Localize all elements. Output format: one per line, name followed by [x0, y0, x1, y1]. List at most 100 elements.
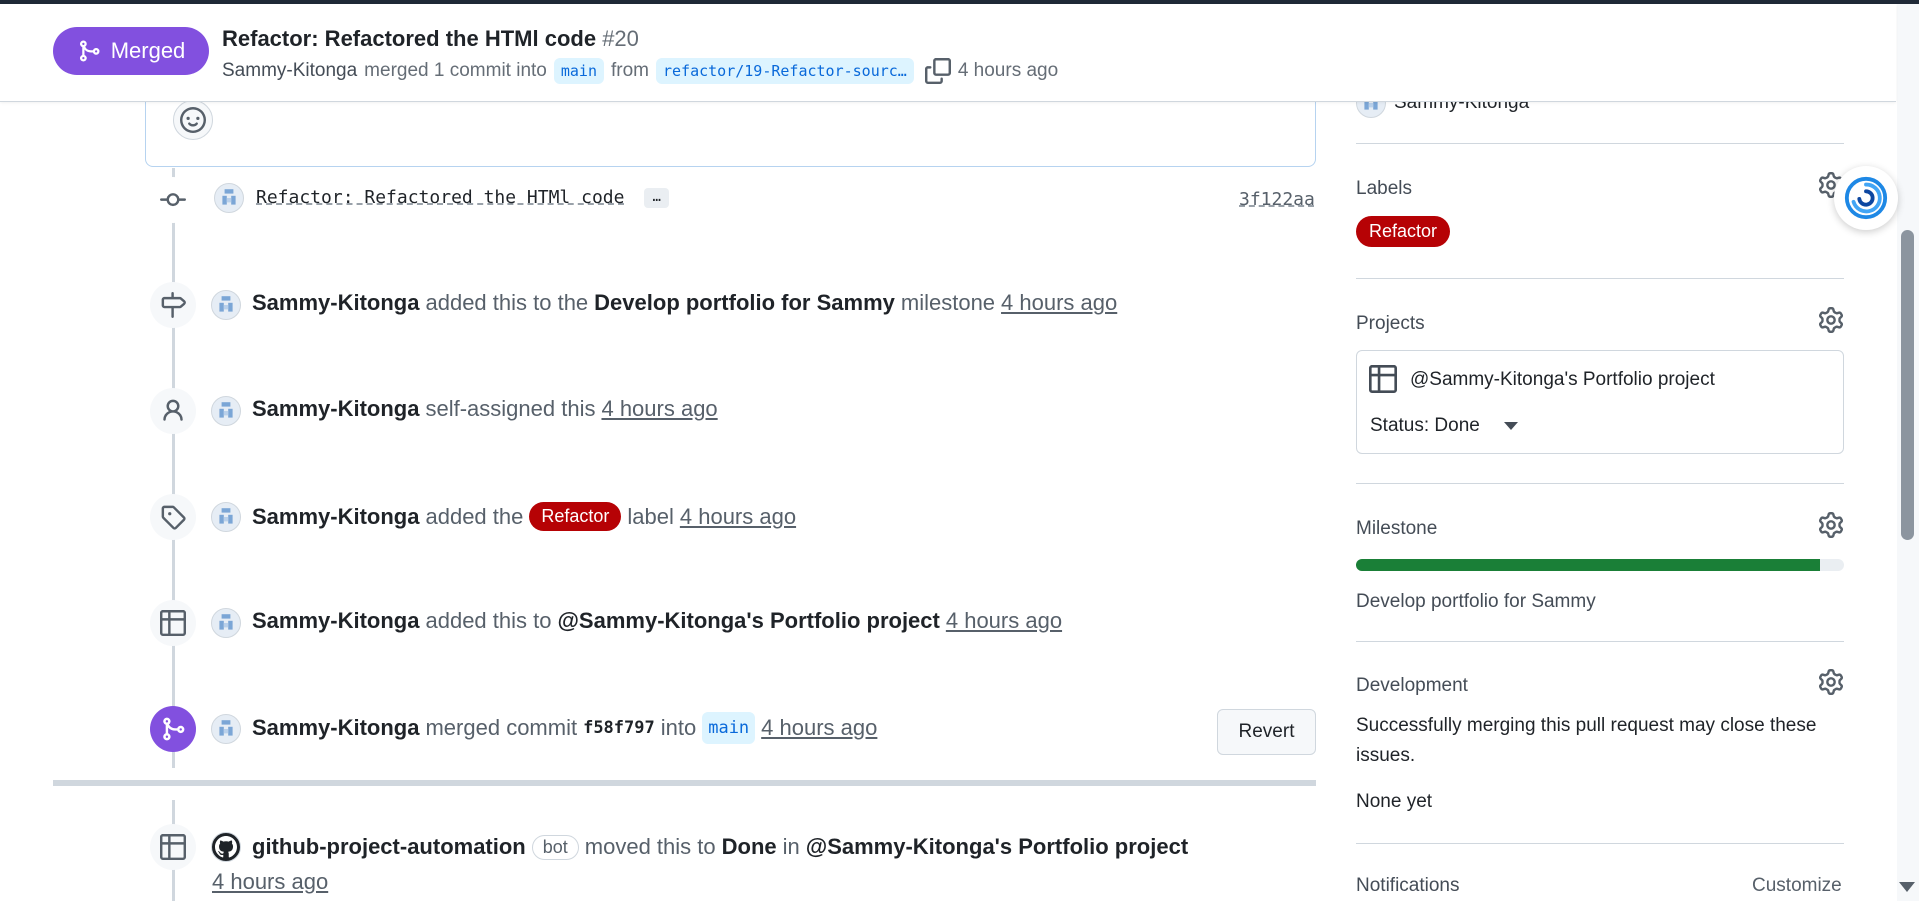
event-text: added this to the — [425, 290, 589, 315]
merge-commit-sha-link[interactable]: f58f797 — [583, 718, 655, 738]
assign-badge — [150, 388, 196, 434]
merge-event: Sammy-Kitonga merged commit f58f797 into… — [252, 712, 877, 744]
event-time-link[interactable]: 4 hours ago — [946, 608, 1062, 634]
event-text: self-assigned this — [425, 396, 596, 421]
avatar-identicon — [219, 296, 233, 312]
event-actor-link[interactable]: Sammy-Kitonga — [252, 608, 419, 634]
avatar-identicon — [219, 614, 233, 630]
base-branch[interactable]: main — [553, 58, 604, 84]
header-time: 4 hours ago — [957, 60, 1059, 81]
event-time-link[interactable]: 4 hours ago — [212, 869, 328, 895]
revert-button[interactable]: Revert — [1217, 709, 1316, 755]
spiral-logo-icon — [1844, 176, 1888, 220]
event-text: label — [627, 503, 674, 529]
event-time-link[interactable]: 4 hours ago — [761, 715, 877, 741]
project-status-text: Status: Done — [1370, 415, 1480, 436]
event-text: added this to — [425, 608, 552, 633]
git-merge-icon — [163, 717, 185, 741]
gear-icon[interactable] — [1818, 512, 1844, 538]
event-text: into — [660, 715, 697, 740]
commit-message-link[interactable]: Refactor: Refactored the HTMl code — [256, 187, 624, 208]
merged-state-label: Merged — [110, 38, 186, 63]
event-actor-link[interactable]: Sammy-Kitonga — [252, 504, 419, 530]
merged-badge — [150, 706, 196, 752]
gear-icon[interactable] — [1818, 669, 1844, 695]
event-actor-link[interactable]: Sammy-Kitonga — [252, 715, 419, 741]
project-name-link[interactable]: @Sammy-Kitonga's Portfolio project — [1410, 369, 1715, 391]
event-time-link[interactable]: 4 hours ago — [1001, 290, 1117, 316]
commit-badge — [150, 177, 196, 223]
table-icon — [1369, 365, 1397, 393]
event-text: added the — [425, 503, 524, 529]
development-none: None yet — [1356, 791, 1433, 812]
customize-notifications-link[interactable]: Customize — [1752, 875, 1842, 897]
event-time-link[interactable]: 4 hours ago — [601, 396, 717, 422]
gear-icon[interactable] — [1818, 307, 1844, 333]
head-branch[interactable]: refactor/19-Refactor-sourc… — [655, 58, 914, 84]
avatar[interactable] — [211, 502, 241, 532]
git-commit-icon — [160, 193, 186, 207]
tag-icon — [161, 505, 186, 530]
notifications-heading: Notifications — [1356, 875, 1460, 896]
milestone-progress-fill — [1356, 559, 1820, 571]
event-actor-link[interactable]: github-project-automation — [252, 834, 526, 860]
smiley-icon — [180, 107, 206, 133]
milestone-event: Sammy-Kitonga added this to the Develop … — [252, 290, 1117, 316]
pr-title-text: Refactor: Refactored the HTMl code — [222, 26, 597, 51]
add-reaction-button[interactable] — [173, 100, 213, 140]
scrollbar-thumb[interactable] — [1901, 230, 1914, 540]
sidebar-divider — [1356, 483, 1844, 484]
avatar-identicon — [222, 189, 236, 205]
sidebar-refactor-label[interactable]: Refactor — [1356, 216, 1451, 247]
assistant-floating-button[interactable] — [1834, 166, 1898, 230]
avatar-identicon — [219, 720, 233, 736]
pr-number: #20 — [602, 26, 639, 51]
triangle-down-icon — [1503, 422, 1518, 430]
sidebar-divider — [1356, 843, 1844, 844]
commit-expand-button[interactable]: … — [644, 187, 669, 208]
milestone-badge — [150, 282, 196, 328]
bot-event-time: 4 hours ago — [212, 869, 328, 895]
avatar[interactable] — [214, 183, 244, 213]
label-badge — [150, 494, 196, 540]
event-time-link[interactable]: 4 hours ago — [680, 504, 796, 530]
milestone-name-link[interactable]: Develop portfolio for Sammy — [1356, 591, 1596, 613]
milestone-link[interactable]: Develop portfolio for Sammy — [594, 290, 895, 316]
merged-state-badge: Merged — [53, 27, 209, 75]
github-bot-avatar[interactable] — [211, 832, 241, 862]
copy-icon[interactable] — [924, 58, 951, 84]
pr-author-link[interactable]: Sammy-Kitonga — [222, 60, 357, 82]
sidebar-divider — [1356, 641, 1844, 642]
event-text: moved this to — [584, 834, 716, 859]
label-event: Sammy-Kitonga added the Refactor label 4… — [252, 502, 796, 531]
person-icon — [163, 399, 183, 421]
status-text: Done — [721, 834, 777, 859]
avatar-identicon — [219, 508, 233, 524]
scroll-down-arrow[interactable] — [1899, 882, 1915, 892]
commit-row: Refactor: Refactored the HTMl code … — [256, 187, 669, 208]
github-icon — [215, 836, 237, 858]
project-link[interactable]: @Sammy-Kitonga's Portfolio project — [806, 834, 1188, 860]
event-actor-link[interactable]: Sammy-Kitonga — [252, 396, 419, 422]
project-event: Sammy-Kitonga added this to @Sammy-Kiton… — [252, 608, 1062, 634]
avatar[interactable] — [211, 396, 241, 426]
timeline-line — [172, 168, 175, 768]
project-link[interactable]: @Sammy-Kitonga's Portfolio project — [557, 608, 939, 634]
merge-summary-text: merged 1 commit into — [364, 60, 547, 81]
commit-sha-link[interactable]: 3f122aa — [1239, 189, 1315, 210]
avatar[interactable] — [211, 290, 241, 320]
merge-target-branch[interactable]: main — [702, 712, 756, 744]
event-actor-link[interactable]: Sammy-Kitonga — [252, 290, 419, 316]
bot-tag: bot — [531, 834, 579, 860]
avatar[interactable] — [211, 608, 241, 638]
refactor-label[interactable]: Refactor — [529, 502, 622, 531]
pr-title: Refactor: Refactored the HTMl code #20 — [222, 26, 639, 52]
assign-event: Sammy-Kitonga self-assigned this 4 hours… — [252, 396, 718, 422]
projects-heading: Projects — [1356, 313, 1425, 334]
from-text: from — [610, 60, 649, 81]
table-icon — [160, 610, 186, 636]
avatar[interactable] — [211, 714, 241, 744]
git-merge-icon — [79, 40, 100, 62]
project-status-dropdown[interactable]: Status: Done — [1370, 415, 1518, 437]
sidebar-divider — [1356, 278, 1844, 279]
